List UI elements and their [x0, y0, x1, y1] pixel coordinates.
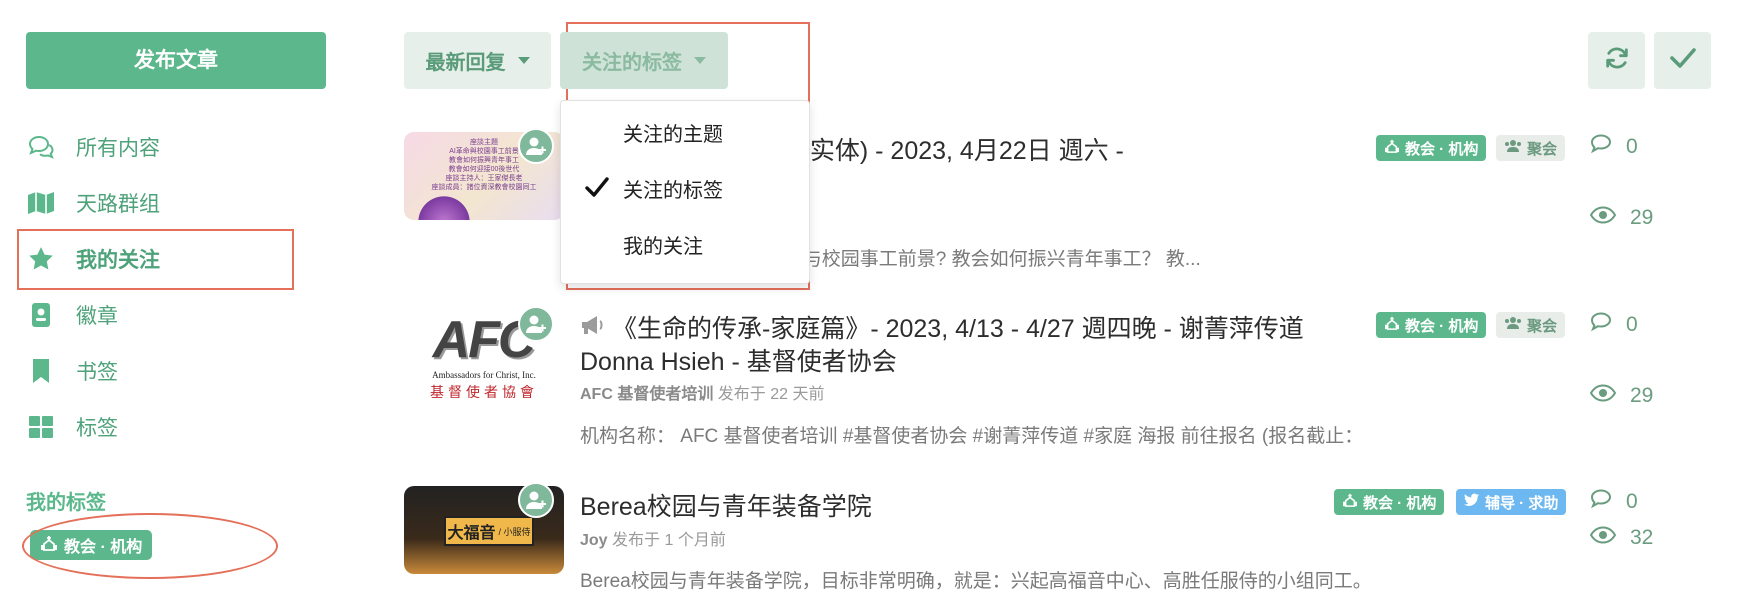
filter-label: 关注的标签 [582, 52, 682, 74]
check-icon [1669, 46, 1697, 75]
topic-author: AFC 基督使者培训 [580, 386, 714, 403]
sidebar-item-label: 标签 [76, 417, 118, 440]
sidebar-tag-label: 教会 · 机构 [64, 539, 143, 556]
thumbnail-sign: 大福音 / 小服侍 [444, 516, 534, 546]
grid-icon [26, 412, 56, 442]
tag-church[interactable]: 教会 · 机构 [1376, 312, 1487, 338]
menu-item-followed-tags[interactable]: 关注的标签 [561, 161, 809, 215]
tag-gathering[interactable]: 聚会 [1496, 312, 1566, 338]
badge-icon [26, 300, 56, 330]
mark-read-button[interactable] [1654, 32, 1711, 89]
decor-flower [414, 192, 474, 220]
avatar[interactable] [518, 482, 554, 518]
afc-logo-subtitle: Ambassadors for Christ, Inc. [432, 370, 536, 380]
sidebar-item-all-content[interactable]: 所有内容 [26, 122, 296, 172]
sidebar-item-badges[interactable]: 徽章 [26, 290, 296, 340]
topic-excerpt: Berea校园与青年装备学院，目标非常明确，就是：兴起高福音中心、高胜任服侍的小… [580, 571, 1360, 592]
eye-icon [1589, 384, 1617, 408]
sort-label: 最新回复 [425, 52, 506, 74]
megaphone-icon [580, 314, 606, 336]
church-icon [40, 535, 58, 556]
topic-title[interactable]: Berea校园与青年装备学院 [580, 487, 872, 523]
sidebar-item-label: 所有内容 [76, 137, 160, 160]
sidebar-item-label: 我的关注 [76, 249, 160, 272]
church-icon [1384, 316, 1400, 334]
reply-count: 0 [1590, 312, 1638, 338]
tag-church[interactable]: 教会 · 机构 [1334, 489, 1445, 515]
comment-icon [1590, 312, 1612, 338]
tag-church[interactable]: 教会 · 机构 [1376, 135, 1487, 161]
users-icon [1504, 316, 1522, 334]
check-icon [585, 176, 609, 204]
church-icon [1384, 139, 1400, 157]
refresh-icon [1603, 44, 1631, 77]
view-count: 29 [1589, 206, 1653, 230]
menu-item-my-following[interactable]: 我的关注 [561, 217, 809, 271]
refresh-button[interactable] [1588, 32, 1645, 89]
topic-title-line2[interactable]: Donna Hsieh - 基督使者协会 [580, 342, 897, 378]
chat-bubbles-icon [26, 132, 56, 162]
church-icon [1342, 493, 1358, 511]
sidebar-item-tags[interactable]: 标签 [26, 402, 296, 452]
sort-dropdown-button[interactable]: 最新回复 [404, 32, 551, 89]
publish-article-button[interactable]: 发布文章 [26, 32, 326, 89]
tag-gathering[interactable]: 聚会 [1496, 135, 1566, 161]
my-tags-heading: 我的标签 [26, 492, 106, 514]
topic-title[interactable]: 《生命的传承-家庭篇》- 2023, 4/13 - 4/27 週四晚 - 谢菁萍… [612, 309, 1352, 345]
reply-count: 0 [1590, 134, 1638, 160]
users-icon [1504, 139, 1522, 157]
comment-icon [1590, 489, 1612, 515]
reply-count: 0 [1590, 489, 1638, 515]
chevron-down-icon [517, 57, 530, 64]
sidebar-item-label: 徽章 [76, 305, 118, 328]
map-icon [26, 188, 56, 218]
topic-meta: Joy 发布于 1 个月前 [580, 532, 726, 549]
star-icon [26, 244, 56, 274]
topic-meta: AFC 基督使者培训 发布于 22 天前 [580, 386, 825, 403]
filter-dropdown-button[interactable]: 关注的标签 [560, 32, 728, 89]
sidebar-item-label: 天路群组 [76, 193, 160, 216]
avatar[interactable] [518, 306, 554, 342]
sidebar-item-following[interactable]: 我的关注 [26, 234, 296, 284]
view-count: 29 [1589, 384, 1653, 408]
chevron-down-icon [694, 57, 706, 64]
bookmark-icon [26, 356, 56, 386]
eye-icon [1589, 526, 1617, 550]
view-count: 32 [1589, 526, 1653, 550]
topic-author: Joy [580, 532, 608, 549]
avatar[interactable] [518, 128, 554, 164]
sidebar-item-label: 书签 [76, 361, 118, 384]
bird-icon [1464, 493, 1480, 511]
topic-excerpt: 机构名称： AFC 基督使者培训 #基督使者协会 #谢菁萍传道 #家庭 海报 前… [580, 426, 1360, 447]
tag-counseling[interactable]: 辅导 · 求助 [1456, 489, 1567, 515]
sidebar-item-groups[interactable]: 天路群组 [26, 178, 296, 228]
menu-item-followed-topics[interactable]: 关注的主题 [561, 105, 809, 159]
eye-icon [1589, 206, 1617, 230]
sidebar-item-bookmarks[interactable]: 书签 [26, 346, 296, 396]
filter-dropdown-menu: 关注的主题 关注的标签 我的关注 [560, 100, 810, 284]
comment-icon [1590, 134, 1612, 160]
sidebar-tag-church[interactable]: 教会 · 机构 [30, 530, 153, 560]
afc-logo-chinese: 基督使者協會 [430, 386, 538, 398]
